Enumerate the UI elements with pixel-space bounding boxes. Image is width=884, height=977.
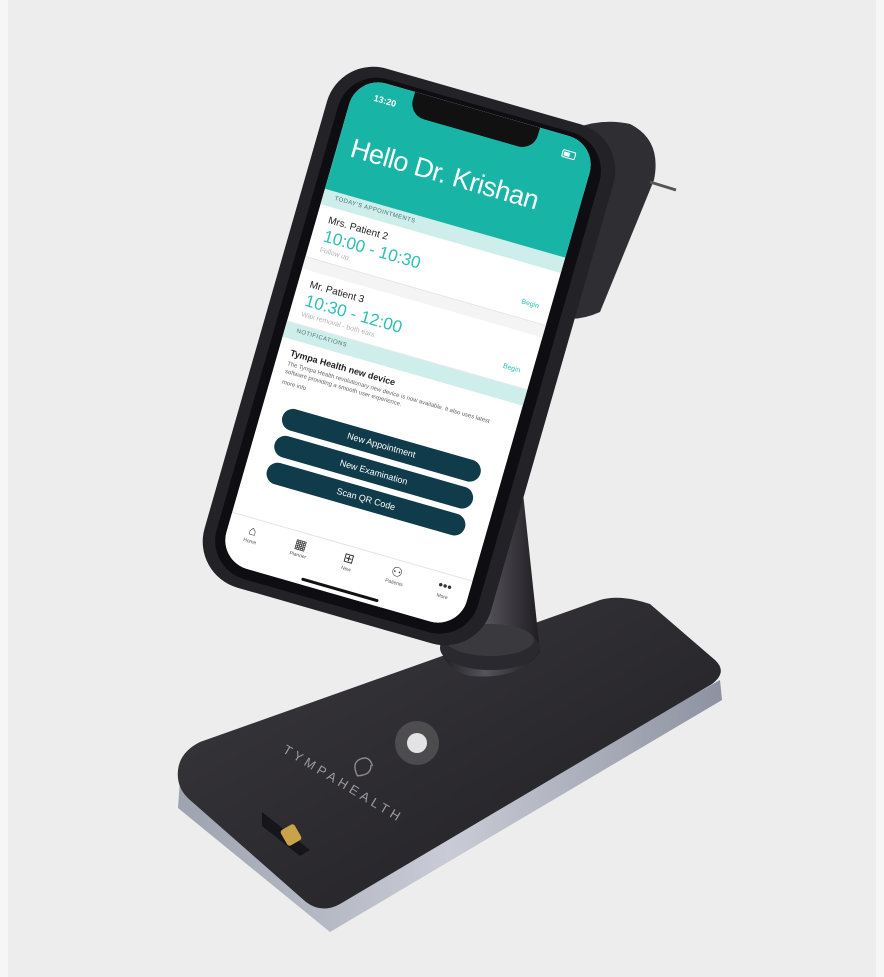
tab-new[interactable]: ⊞ New [326, 545, 371, 577]
battery-icon [560, 148, 577, 161]
status-time: 13:20 [372, 92, 398, 109]
product-photo: TYMPAHEALTH 13:20 Hello Dr. Krishan TODA… [0, 0, 884, 977]
tab-home[interactable]: ⌂ Home [230, 518, 275, 550]
tab-more[interactable]: ••• More [422, 573, 467, 605]
tab-planner[interactable]: ▦ Planner [278, 532, 323, 564]
tab-patients[interactable]: ⚇ Patients [374, 559, 419, 591]
tab-label: Home [242, 536, 257, 547]
